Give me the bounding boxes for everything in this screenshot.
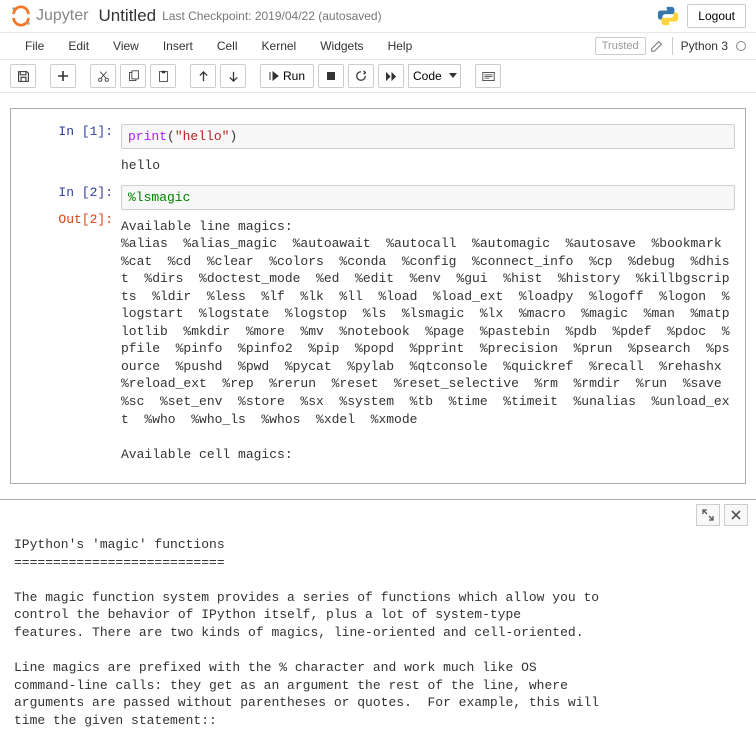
pencil-icon[interactable] xyxy=(650,39,664,53)
menu-view[interactable]: View xyxy=(101,35,151,57)
menu-kernel[interactable]: Kernel xyxy=(250,35,309,57)
command-palette-button[interactable] xyxy=(475,64,501,88)
cut-button[interactable] xyxy=(90,64,116,88)
input-prompt: In [1]: xyxy=(21,124,121,149)
kernel-name[interactable]: Python 3 xyxy=(681,39,728,53)
pager-expand-button[interactable] xyxy=(696,504,720,526)
code-input[interactable]: print("hello") xyxy=(121,124,735,149)
restart-button[interactable] xyxy=(348,64,374,88)
run-label: Run xyxy=(283,69,305,83)
close-icon xyxy=(731,510,741,520)
menu-file[interactable]: File xyxy=(10,35,56,57)
header: Jupyter Untitled Last Checkpoint: 2019/0… xyxy=(0,0,756,33)
menu-insert[interactable]: Insert xyxy=(151,35,205,57)
menu-help[interactable]: Help xyxy=(376,35,425,57)
output-area: Out[2]: Available line magics: %alias %a… xyxy=(21,212,735,472)
menu-cell[interactable]: Cell xyxy=(205,35,250,57)
kernel-status-icon xyxy=(736,41,746,51)
menubar: File Edit View Insert Cell Kernel Widget… xyxy=(0,33,756,60)
move-up-button[interactable] xyxy=(190,64,216,88)
move-down-button[interactable] xyxy=(220,64,246,88)
stream-output: hello xyxy=(121,151,735,183)
save-button[interactable] xyxy=(10,64,36,88)
celltype-select[interactable]: Code xyxy=(408,64,461,88)
toolbar: Run Code xyxy=(0,60,756,93)
expand-icon xyxy=(702,509,714,521)
notebook: In [1]: print("hello") hello In [2]: %ls… xyxy=(10,108,746,484)
pager-close-button[interactable] xyxy=(724,504,748,526)
trusted-indicator[interactable]: Trusted xyxy=(595,37,646,55)
logo-text: Jupyter xyxy=(36,7,88,25)
code-input[interactable]: %lsmagic xyxy=(121,185,735,210)
logout-button[interactable]: Logout xyxy=(687,4,746,28)
code-cell[interactable]: In [2]: %lsmagic xyxy=(21,185,735,210)
execute-result: Available line magics: %alias %alias_mag… xyxy=(121,212,735,472)
jupyter-icon xyxy=(10,5,32,27)
run-button[interactable]: Run xyxy=(260,64,314,88)
checkpoint-text: Last Checkpoint: 2019/04/22 (autosaved) xyxy=(162,9,381,23)
pager: IPython's 'magic' functions ============… xyxy=(0,499,756,743)
output-area: hello xyxy=(21,151,735,183)
notebook-container: In [1]: print("hello") hello In [2]: %ls… xyxy=(0,93,756,499)
jupyter-logo[interactable]: Jupyter xyxy=(10,5,88,27)
add-cell-button[interactable] xyxy=(50,64,76,88)
kernel-indicator: Python 3 xyxy=(650,37,746,55)
pager-content[interactable]: IPython's 'magic' functions ============… xyxy=(0,530,756,743)
menu-widgets[interactable]: Widgets xyxy=(308,35,375,57)
restart-run-all-button[interactable] xyxy=(378,64,404,88)
code-cell[interactable]: In [1]: print("hello") xyxy=(21,124,735,149)
pager-controls xyxy=(0,500,756,530)
copy-button[interactable] xyxy=(120,64,146,88)
interrupt-button[interactable] xyxy=(318,64,344,88)
paste-button[interactable] xyxy=(150,64,176,88)
run-icon xyxy=(269,71,279,81)
python-icon xyxy=(657,5,679,27)
output-prompt: Out[2]: xyxy=(21,212,121,472)
notebook-title[interactable]: Untitled xyxy=(98,6,156,26)
menu-edit[interactable]: Edit xyxy=(56,35,101,57)
input-prompt: In [2]: xyxy=(21,185,121,210)
